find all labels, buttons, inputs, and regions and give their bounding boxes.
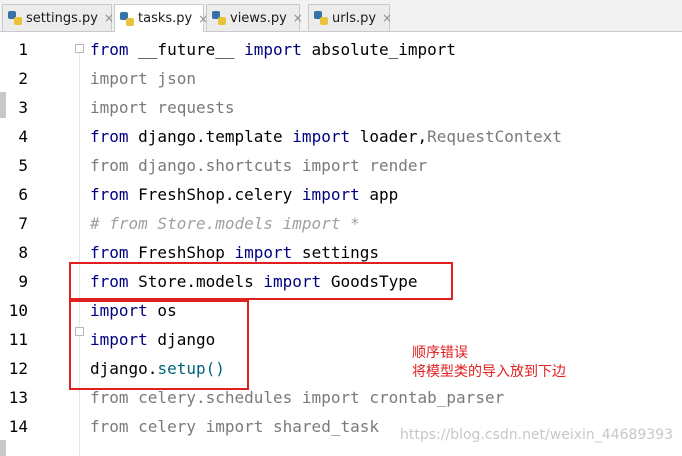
tab-settings-py[interactable]: settings.py ×: [2, 4, 114, 31]
code-text: import json: [90, 64, 196, 93]
tab-tasks-py[interactable]: tasks.py ×: [114, 4, 208, 32]
line-number: 7: [18, 214, 28, 233]
code-token: from: [90, 40, 129, 59]
code-text: from django.shortcuts import render: [90, 151, 427, 180]
code-text: import requests: [90, 93, 235, 122]
line-number: 1: [18, 40, 28, 59]
code-token: RequestContext: [427, 127, 563, 146]
line-number: 9: [18, 272, 28, 291]
python-file-icon: [120, 11, 134, 26]
code-line[interactable]: 3 import requests: [0, 93, 682, 122]
code-token: # from Store.models import *: [90, 214, 360, 233]
editor-tab-bar: settings.py × tasks.py × views.py × urls…: [0, 0, 682, 32]
code-token: FreshShop.celery: [128, 185, 302, 204]
highlight-box-setup-lines: [69, 300, 249, 390]
code-token: import: [301, 185, 360, 204]
code-text: from __future__ import absolute_import: [90, 35, 456, 64]
code-text: from django.template import loader,Reque…: [90, 122, 562, 151]
code-token: absolute_import: [301, 40, 457, 59]
code-line[interactable]: 7 # from Store.models import *: [0, 209, 682, 238]
code-text: # from Store.models import *: [90, 209, 360, 238]
code-token: from django.shortcuts import render: [90, 156, 428, 175]
code-token: from: [90, 185, 129, 204]
line-number: 12: [8, 359, 28, 378]
tab-views-py[interactable]: views.py ×: [206, 4, 303, 31]
line-number: 4: [18, 127, 28, 146]
code-text: from celery import shared_task: [90, 412, 379, 441]
tab-urls-py[interactable]: urls.py ×: [308, 4, 392, 31]
code-token: from celery.schedules import crontab_par…: [90, 388, 505, 407]
line-number: 3: [18, 98, 28, 117]
code-line[interactable]: 2 import json: [0, 64, 682, 93]
code-token: FreshShop: [128, 243, 235, 262]
line-number: 11: [8, 330, 28, 349]
code-line[interactable]: 4 from django.template import loader,Requ…: [0, 122, 682, 151]
tab-label: views.py: [230, 10, 287, 26]
line-number: 6: [18, 185, 28, 204]
line-number: 8: [18, 243, 28, 262]
code-line[interactable]: 6 from FreshShop.celery import app: [0, 180, 682, 209]
line-number: 10: [8, 301, 28, 320]
code-token: import: [292, 127, 351, 146]
line-number: 5: [18, 156, 28, 175]
python-file-icon: [212, 11, 226, 25]
close-icon[interactable]: ×: [293, 11, 303, 25]
tab-label: urls.py: [332, 10, 377, 26]
code-line[interactable]: 1 from __future__ import absolute_import: [0, 35, 682, 64]
python-file-icon: [8, 11, 22, 25]
python-file-icon: [314, 11, 328, 25]
line-number: 2: [18, 69, 28, 88]
highlight-box-import-line: [69, 262, 453, 300]
code-token: import json: [90, 69, 196, 88]
tab-label: tasks.py: [138, 11, 193, 26]
close-icon[interactable]: ×: [104, 11, 114, 25]
watermark: https://blog.csdn.net/weixin_44689393: [400, 427, 674, 443]
code-token: settings: [292, 243, 379, 262]
code-text: from FreshShop.celery import app: [90, 180, 398, 209]
code-token: django.template: [128, 127, 293, 146]
annotation-line-2: 将模型类的导入放到下边: [412, 364, 566, 380]
code-token: loader,: [350, 127, 428, 146]
line-number: 14: [8, 417, 28, 436]
code-token: import: [244, 40, 302, 59]
close-icon[interactable]: ×: [382, 11, 392, 25]
code-token: __future__: [128, 40, 245, 59]
tab-label: settings.py: [26, 10, 98, 26]
annotation-line-1: 顺序错误: [412, 345, 468, 361]
code-token: from: [90, 127, 129, 146]
code-token: import requests: [90, 98, 235, 117]
gutter-marker: [0, 440, 6, 456]
code-token: from celery import shared_task: [90, 417, 379, 436]
code-line[interactable]: 5 from django.shortcuts import render: [0, 151, 682, 180]
code-token: from: [90, 243, 129, 262]
code-token: import: [234, 243, 293, 262]
code-token: app: [359, 185, 399, 204]
line-number: 13: [8, 388, 28, 407]
